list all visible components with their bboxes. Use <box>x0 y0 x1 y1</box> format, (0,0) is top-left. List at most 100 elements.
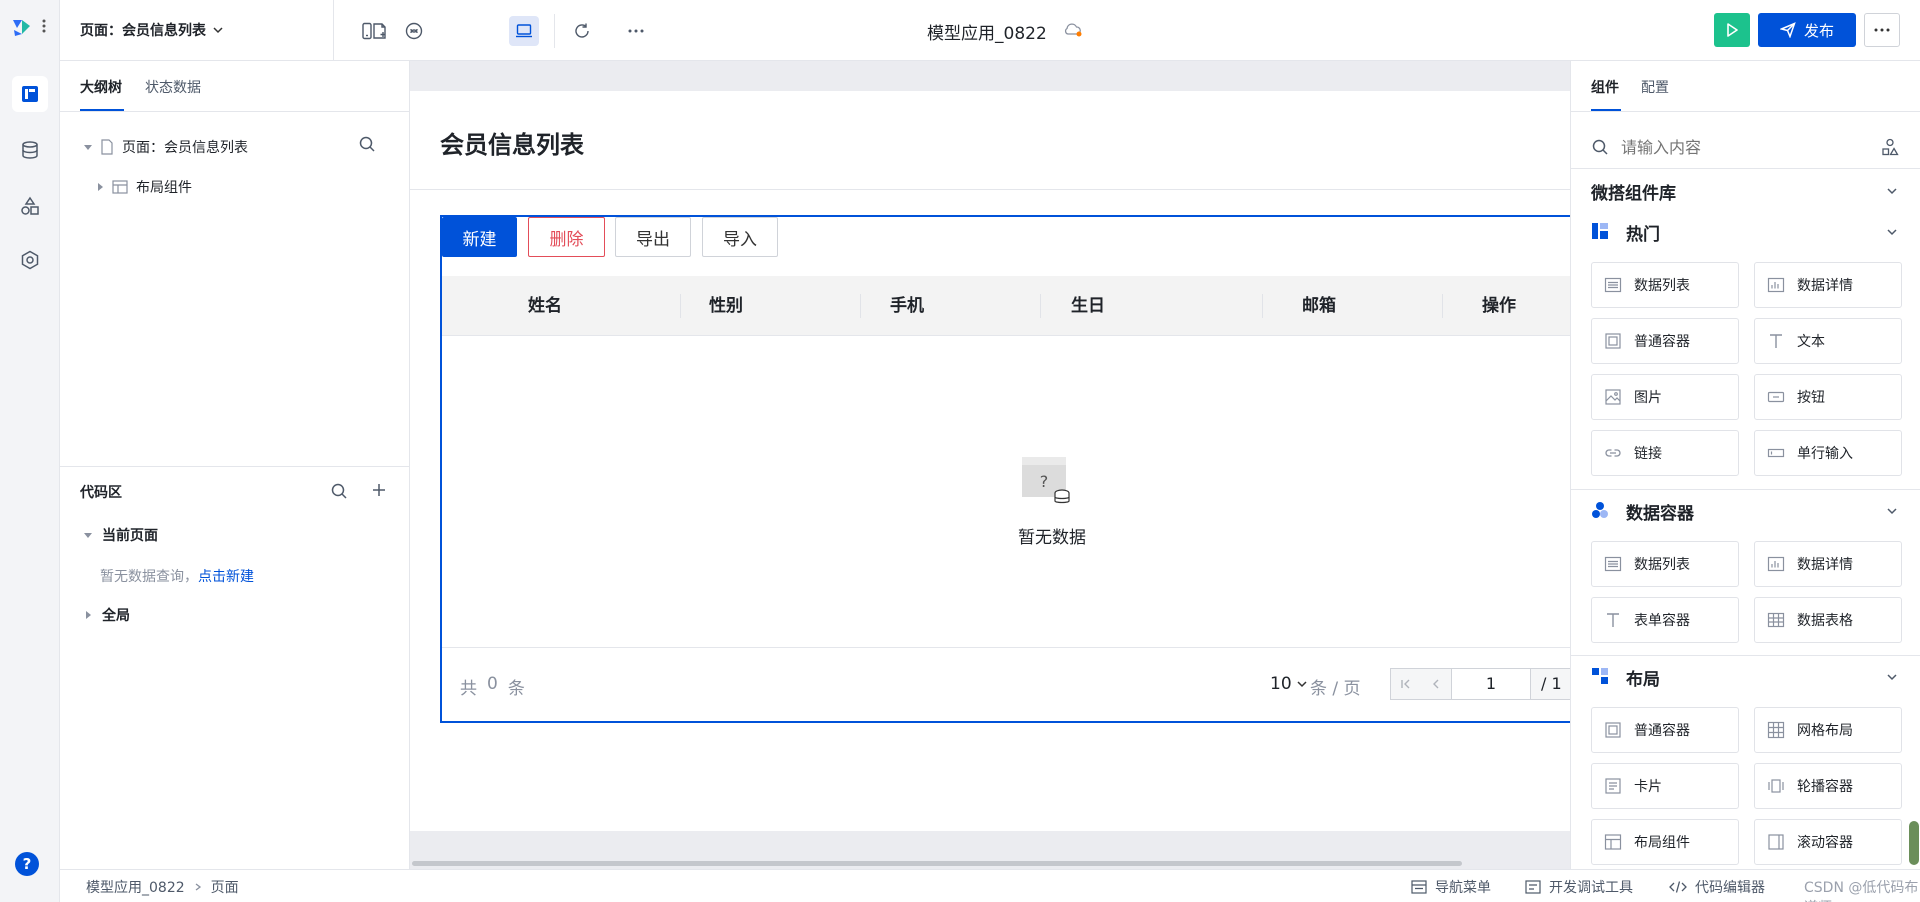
component-search-input[interactable] <box>1621 133 1851 161</box>
component-card-container[interactable]: 普通容器 <box>1591 707 1739 753</box>
more-vertical-icon[interactable] <box>42 18 48 34</box>
desktop-view-icon[interactable] <box>509 16 539 46</box>
tab-state-data[interactable]: 状态数据 <box>145 77 201 97</box>
component-card-button[interactable]: 按钮 <box>1754 374 1902 420</box>
dev-tools-icon <box>1525 880 1541 894</box>
image-icon <box>1605 389 1621 405</box>
import-button[interactable]: 导入 <box>702 217 778 257</box>
database-icon[interactable] <box>12 132 48 168</box>
component-card-label: 滚动容器 <box>1797 835 1853 851</box>
components-icon[interactable] <box>12 188 48 224</box>
component-card-data-list[interactable]: 数据列表 <box>1591 541 1739 587</box>
component-card-data-list[interactable]: 数据列表 <box>1591 262 1739 308</box>
first-page-icon[interactable] <box>1399 677 1413 691</box>
status-bar: 模型应用_0822 页面 导航菜单 开发调试工具 代码编辑器 CSDN @低代码… <box>60 869 1920 902</box>
chevron-down-icon[interactable] <box>1886 185 1898 197</box>
caret-down-icon <box>84 145 92 150</box>
chevron-down-icon <box>213 27 223 34</box>
carousel-icon <box>1768 779 1784 793</box>
dev-tools-button[interactable]: 开发调试工具 <box>1525 877 1633 897</box>
prev-page-icon[interactable] <box>1429 677 1443 691</box>
settings-hex-icon[interactable] <box>12 242 48 278</box>
current-page-input[interactable]: 1 <box>1451 669 1531 699</box>
list-icon <box>1604 556 1622 572</box>
component-card-card[interactable]: 卡片 <box>1591 763 1739 809</box>
chevron-down-icon[interactable] <box>1886 226 1898 238</box>
component-card-form-container[interactable]: 表单容器 <box>1591 597 1739 643</box>
app-logo-icon[interactable] <box>10 16 34 38</box>
nav-menu-button[interactable]: 导航菜单 <box>1411 877 1491 897</box>
code-global[interactable]: 全局 <box>84 605 130 625</box>
tab-outline-tree[interactable]: 大纲树 <box>80 77 122 97</box>
page-title: 会员信息列表 <box>440 131 584 159</box>
component-card-carousel[interactable]: 轮播容器 <box>1754 763 1902 809</box>
mobile-view-icon[interactable] <box>352 16 382 46</box>
component-card-container[interactable]: 普通容器 <box>1591 318 1739 364</box>
column-header-phone: 手机 <box>890 296 924 316</box>
component-card-link[interactable]: 链接 <box>1591 430 1739 476</box>
design-canvas: 会员信息列表 新建 删除 导出 导入 姓名 性别 手机 生日 邮箱 操作 ? 暂… <box>410 61 1570 869</box>
component-market-icon[interactable] <box>1881 138 1899 156</box>
page-size-select[interactable]: 10 <box>1270 674 1308 694</box>
more-actions-button[interactable] <box>1864 13 1900 47</box>
component-card-scroll-container[interactable]: 滚动容器 <box>1754 819 1902 865</box>
code-current-page[interactable]: 当前页面 <box>84 525 158 545</box>
send-icon <box>1779 22 1796 38</box>
panel-scrollbar[interactable] <box>1909 821 1919 865</box>
new-button[interactable]: 新建 <box>442 217 517 257</box>
tab-config[interactable]: 配置 <box>1641 77 1669 97</box>
component-card-data-detail[interactable]: 数据详情 <box>1754 262 1902 308</box>
export-button[interactable]: 导出 <box>615 217 691 257</box>
help-icon[interactable]: ? <box>15 852 39 876</box>
create-query-link[interactable]: 点击新建 <box>198 569 254 585</box>
component-card-layout[interactable]: 布局组件 <box>1591 819 1739 865</box>
code-editor-button[interactable]: 代码编辑器 <box>1669 877 1765 897</box>
column-separator <box>1262 294 1263 318</box>
breadcrumb-item[interactable]: 模型应用_0822 <box>86 877 185 897</box>
page-size-unit: 条 / 页 <box>1310 679 1361 699</box>
component-card-text-input[interactable]: 单行输入 <box>1754 430 1902 476</box>
hot-section-icon <box>1592 223 1608 239</box>
tree-node-layout[interactable]: 布局组件 <box>96 177 192 197</box>
divider <box>1571 168 1920 169</box>
nav-menu-label: 导航菜单 <box>1435 880 1491 896</box>
search-icon[interactable] <box>330 482 348 500</box>
library-title[interactable]: 微搭组件库 <box>1591 179 1676 204</box>
breadcrumb-item[interactable]: 页面 <box>211 877 239 897</box>
tab-components[interactable]: 组件 <box>1591 77 1619 97</box>
divider <box>60 466 410 467</box>
chevron-down-icon[interactable] <box>1886 671 1898 683</box>
refresh-icon[interactable] <box>567 16 597 46</box>
component-card-label: 数据列表 <box>1634 557 1690 573</box>
component-card-grid-layout[interactable]: 网格布局 <box>1754 707 1902 753</box>
section-title-layout[interactable]: 布局 <box>1626 665 1660 690</box>
add-icon[interactable] <box>371 482 387 498</box>
component-card-text[interactable]: 文本 <box>1754 318 1902 364</box>
more-horizontal-icon[interactable] <box>621 16 651 46</box>
publish-button[interactable]: 发布 <box>1758 13 1856 47</box>
page-total: / 1 <box>1541 674 1562 693</box>
total-suffix: 条 <box>507 679 525 699</box>
outline-tree-icon[interactable] <box>12 76 48 112</box>
search-icon[interactable] <box>358 135 376 153</box>
text-icon <box>1770 334 1782 348</box>
section-title-hot[interactable]: 热门 <box>1626 220 1660 245</box>
section-title-data-container[interactable]: 数据容器 <box>1626 499 1694 524</box>
tree-node-page[interactable]: 页面：会员信息列表 <box>84 137 248 157</box>
component-card-label: 链接 <box>1634 446 1662 462</box>
run-preview-button[interactable] <box>1714 13 1750 47</box>
component-card-data-table[interactable]: 数据表格 <box>1754 597 1902 643</box>
component-search[interactable] <box>1591 129 1901 165</box>
page-selector[interactable]: 页面：会员信息列表 <box>80 20 224 40</box>
delete-button[interactable]: 删除 <box>528 217 605 257</box>
component-card-data-detail[interactable]: 数据详情 <box>1754 541 1902 587</box>
miniprogram-view-icon[interactable] <box>399 16 429 46</box>
table-header: 姓名 性别 手机 生日 邮箱 操作 <box>442 276 1570 336</box>
divider <box>1571 655 1920 656</box>
component-card-label: 网格布局 <box>1797 723 1853 739</box>
data-list-component[interactable]: 新建 删除 导出 导入 姓名 性别 手机 生日 邮箱 操作 ? 暂无数据 共 0… <box>440 215 1570 723</box>
component-card-image[interactable]: 图片 <box>1591 374 1739 420</box>
horizontal-scrollbar[interactable] <box>412 861 1462 866</box>
chevron-down-icon[interactable] <box>1886 505 1898 517</box>
detail-icon <box>1767 556 1785 572</box>
